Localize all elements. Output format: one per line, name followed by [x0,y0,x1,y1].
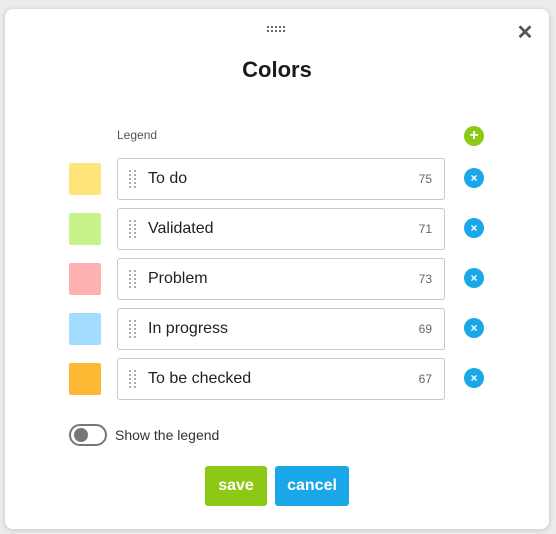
colors-dialog: ✕ Colors Legend + To do 75 × Validated 7… [5,9,549,529]
color-swatch[interactable] [69,363,101,395]
color-row: Validated 71 × [5,208,549,250]
color-label-text: Validated [148,220,214,237]
remove-color-button[interactable]: × [464,318,484,338]
remove-color-button[interactable]: × [464,368,484,388]
toggle-knob [74,428,88,442]
color-count: 71 [418,222,432,236]
color-row: To be checked 67 × [5,358,549,400]
color-row: In progress 69 × [5,308,549,350]
color-count: 67 [418,372,432,386]
color-label-text: In progress [148,320,229,337]
color-label-field[interactable]: Problem 73 [117,258,445,300]
legend-label: Legend [117,128,158,142]
drag-grip-icon[interactable] [129,220,136,238]
color-label-field[interactable]: Validated 71 [117,208,445,250]
color-label-text: To be checked [148,370,252,387]
remove-color-button[interactable]: × [464,218,484,238]
save-button[interactable]: save [205,466,267,506]
color-row: Problem 73 × [5,258,549,300]
drag-grip-icon[interactable] [129,370,136,388]
color-label-field[interactable]: To do 75 [117,158,445,200]
color-label-text: Problem [148,270,208,287]
close-icon[interactable]: ✕ [515,23,535,43]
drag-handle-icon[interactable] [267,26,287,32]
drag-grip-icon[interactable] [129,270,136,288]
color-label-text: To do [148,170,188,187]
color-swatch[interactable] [69,313,101,345]
color-count: 75 [418,172,432,186]
dialog-title: Colors [242,57,312,82]
color-count: 69 [418,322,432,336]
color-count: 73 [418,272,432,286]
add-color-button[interactable]: + [464,126,484,146]
color-row: To do 75 × [5,158,549,200]
remove-color-button[interactable]: × [464,268,484,288]
color-label-field[interactable]: To be checked 67 [117,358,445,400]
drag-grip-icon[interactable] [129,170,136,188]
cancel-button[interactable]: cancel [275,466,349,506]
drag-grip-icon[interactable] [129,320,136,338]
show-legend-label: Show the legend [115,427,220,443]
color-swatch[interactable] [69,213,101,245]
remove-color-button[interactable]: × [464,168,484,188]
color-swatch[interactable] [69,163,101,195]
show-legend-toggle[interactable] [69,424,107,446]
color-label-field[interactable]: In progress 69 [117,308,445,350]
color-swatch[interactable] [69,263,101,295]
